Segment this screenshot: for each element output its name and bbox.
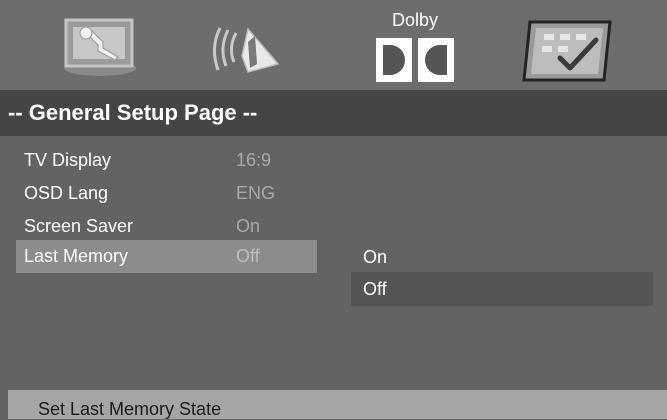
menu-item-tv-display[interactable]: TV Display 16:9 — [16, 144, 317, 177]
menu-item-value: ENG — [236, 183, 276, 203]
preference-setup-icon[interactable] — [520, 6, 616, 86]
status-text: Set Last Memory State — [38, 399, 222, 419]
option-label: Off — [363, 279, 387, 299]
page-title: -- General Setup Page -- — [8, 100, 258, 125]
option-off[interactable]: Off — [351, 272, 653, 306]
menu-item-screen-saver[interactable]: Screen Saver On — [16, 210, 317, 243]
menu-item-osd-lang[interactable]: OSD Lang ENG — [16, 177, 317, 210]
dolby-setup-icon[interactable]: Dolby — [370, 10, 460, 86]
menu-item-last-memory[interactable]: Last Memory Off — [16, 240, 317, 273]
menu-item-value: On — [236, 216, 261, 236]
status-bar: Set Last Memory State — [8, 390, 667, 419]
general-setup-icon[interactable] — [60, 6, 140, 82]
menu-item-label: Screen Saver — [24, 216, 134, 236]
menu-item-label: Last Memory — [24, 246, 129, 266]
setup-icon-bar: Dolby — [0, 0, 667, 90]
audio-setup-icon[interactable] — [208, 6, 288, 82]
menu-item-value: 16:9 — [236, 150, 272, 170]
menu-item-label: OSD Lang — [24, 183, 109, 203]
option-on[interactable]: On — [351, 240, 653, 274]
option-label: On — [363, 247, 388, 267]
page-header: -- General Setup Page -- — [0, 90, 667, 136]
menu-item-label: TV Display — [24, 150, 112, 170]
menu-item-value: Off — [236, 246, 260, 266]
